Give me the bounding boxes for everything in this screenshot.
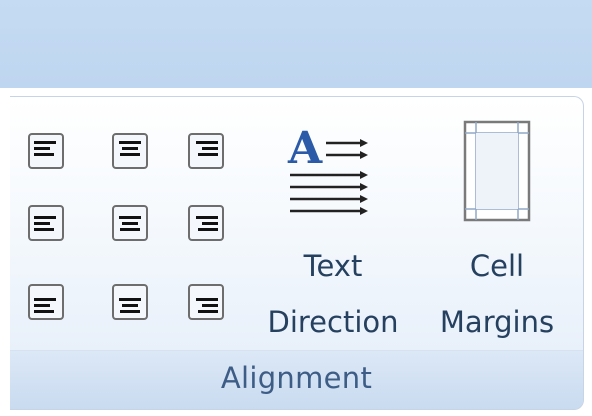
align-top-right-button[interactable] (188, 133, 224, 169)
align-bottom-left-icon (28, 284, 64, 320)
text-direction-label-line2: Direction (267, 305, 399, 339)
text-direction-button[interactable]: A Text Direction (246, 107, 420, 347)
align-center-right-button[interactable] (188, 205, 224, 241)
align-center-button[interactable] (112, 205, 148, 241)
text-direction-icon: A (287, 123, 368, 215)
align-top-right-icon (188, 133, 224, 169)
align-bottom-center-icon (112, 284, 148, 320)
align-top-center-icon (112, 133, 148, 169)
align-bottom-center-button[interactable] (112, 284, 148, 320)
align-center-left-icon (28, 205, 64, 241)
alignment-group: A Text Direction Cell Margins Alignment (10, 96, 584, 410)
cell-margins-icon (463, 120, 531, 222)
cell-margins-label-line2: Margins (439, 305, 555, 339)
text-direction-label-line1: Text (303, 249, 363, 283)
align-center-icon (112, 205, 148, 241)
align-top-left-icon (28, 133, 64, 169)
group-caption-bar: Alignment (10, 350, 583, 409)
align-bottom-right-icon (188, 284, 224, 320)
word-ribbon-fragment: A Text Direction Cell Margins Alignment (0, 0, 592, 416)
cell-margins-label-line1: Cell (469, 249, 525, 283)
align-bottom-right-button[interactable] (188, 284, 224, 320)
text-direction-icon-letter: A (287, 123, 323, 174)
cell-margins-button[interactable]: Cell Margins (422, 107, 572, 347)
align-center-left-button[interactable] (28, 205, 64, 241)
align-top-center-button[interactable] (112, 133, 148, 169)
align-bottom-left-button[interactable] (28, 284, 64, 320)
align-top-left-button[interactable] (28, 133, 64, 169)
align-center-right-icon (188, 205, 224, 241)
group-caption: Alignment (220, 361, 373, 395)
ribbon-tab-header-band (0, 0, 592, 88)
